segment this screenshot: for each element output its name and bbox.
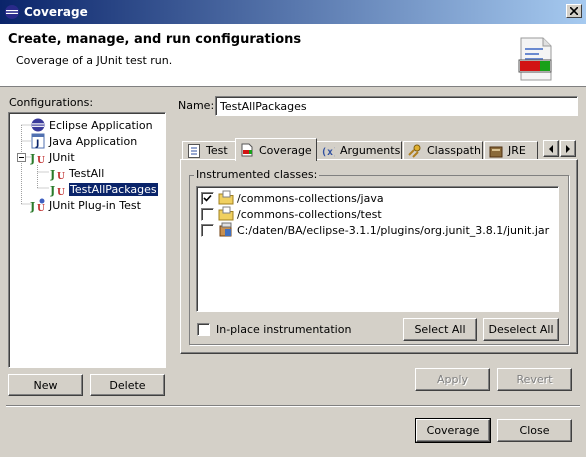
delete-button[interactable]: Delete <box>90 374 165 396</box>
inplace-instrumentation-label: In-place instrumentation <box>216 323 352 336</box>
coverage-icon <box>241 143 253 157</box>
tab-jre[interactable]: JRE <box>484 141 538 160</box>
header-title: Create, manage, and run configurations <box>8 32 302 47</box>
header-panel: Create, manage, and run configurations C… <box>0 24 586 87</box>
footer-separator <box>6 405 580 407</box>
junit-icon: J U <box>50 184 65 197</box>
junit-plugin-icon: J U <box>30 198 45 213</box>
tab-arguments[interactable]: (x) Arguments <box>316 141 402 160</box>
tab-classpath[interactable]: Classpath <box>403 141 483 160</box>
class-checkbox-junit-jar[interactable] <box>201 223 214 237</box>
jre-icon <box>489 146 503 157</box>
svg-text:J: J <box>30 200 35 213</box>
tree-item-testall[interactable]: J U TestAll <box>50 165 104 182</box>
eclipse-icon <box>5 5 19 19</box>
junit-icon: J U <box>50 168 65 181</box>
eclipse-icon <box>31 118 45 132</box>
select-all-button[interactable]: Select All <box>403 318 477 341</box>
arrow-right-icon <box>566 144 570 153</box>
tab-coverage[interactable]: Coverage <box>235 138 317 161</box>
svg-text:U: U <box>57 172 65 181</box>
arguments-icon: (x) <box>321 147 335 158</box>
deselect-all-button[interactable]: Deselect All <box>483 318 559 341</box>
svg-text:J: J <box>30 152 35 165</box>
header-subtitle: Coverage of a JUnit test run. <box>16 54 173 67</box>
svg-text:J: J <box>35 139 39 149</box>
close-icon <box>570 7 578 15</box>
svg-text:U: U <box>57 188 65 197</box>
java-app-icon: J <box>31 133 45 149</box>
class-row-junit-jar[interactable]: C:/daten/BA/eclipse-3.1.1/plugins/org.ju… <box>201 222 549 238</box>
class-row-java[interactable]: /commons-collections/java <box>201 190 384 206</box>
classpath-icon <box>408 144 421 158</box>
tree-item-eclipse-application[interactable]: Eclipse Application <box>30 117 153 133</box>
configurations-tree[interactable]: Eclipse Application J Java Application J… <box>8 112 166 368</box>
coverage-banner-icon <box>518 37 552 81</box>
new-button[interactable]: New <box>8 374 83 396</box>
instrumented-classes-label: Instrumented classes: <box>194 168 320 181</box>
jar-icon <box>219 222 232 237</box>
svg-text:U: U <box>37 204 45 213</box>
instrumented-classes-list[interactable]: /commons-collections/java /commons-colle… <box>196 186 559 312</box>
tree-collapse-toggle[interactable] <box>17 153 26 162</box>
window-close-button[interactable] <box>566 4 582 18</box>
tree-item-java-application[interactable]: J Java Application <box>30 133 137 149</box>
arrow-left-icon <box>549 144 553 153</box>
folder-icon <box>218 206 234 221</box>
svg-text:J: J <box>50 184 55 197</box>
tab-test[interactable]: Test <box>182 141 236 160</box>
inplace-instrumentation-option[interactable]: In-place instrumentation <box>197 323 351 336</box>
coverage-run-button[interactable]: Coverage <box>415 418 491 443</box>
tree-item-testallpackages[interactable]: J U TestAllPackages <box>50 181 158 197</box>
inplace-instrumentation-checkbox[interactable] <box>197 323 210 336</box>
tree-item-junit[interactable]: J U JUnit <box>30 149 75 166</box>
close-button[interactable]: Close <box>497 419 572 442</box>
test-icon <box>188 143 200 158</box>
svg-text:U: U <box>37 156 45 165</box>
revert-button[interactable]: Revert <box>497 368 572 391</box>
tree-item-junit-plugin-test[interactable]: J U JUnit Plug-in Test <box>30 197 141 213</box>
class-row-test[interactable]: /commons-collections/test <box>201 206 382 222</box>
name-input[interactable] <box>215 96 578 116</box>
class-checkbox-java[interactable] <box>201 191 214 205</box>
configurations-label: Configurations: <box>9 96 94 109</box>
check-icon <box>203 194 212 202</box>
tab-scroll-right-button[interactable] <box>560 140 576 157</box>
junit-icon: J U <box>30 152 45 165</box>
svg-text:J: J <box>50 168 55 181</box>
class-checkbox-test[interactable] <box>201 207 214 221</box>
apply-button[interactable]: Apply <box>415 368 490 391</box>
window-title: Coverage <box>24 5 88 19</box>
title-bar: Coverage <box>0 0 586 24</box>
name-label: Name: <box>178 99 215 112</box>
folder-icon <box>218 190 234 205</box>
tab-scroll-left-button[interactable] <box>543 140 559 157</box>
svg-text:(x): (x) <box>321 147 335 158</box>
